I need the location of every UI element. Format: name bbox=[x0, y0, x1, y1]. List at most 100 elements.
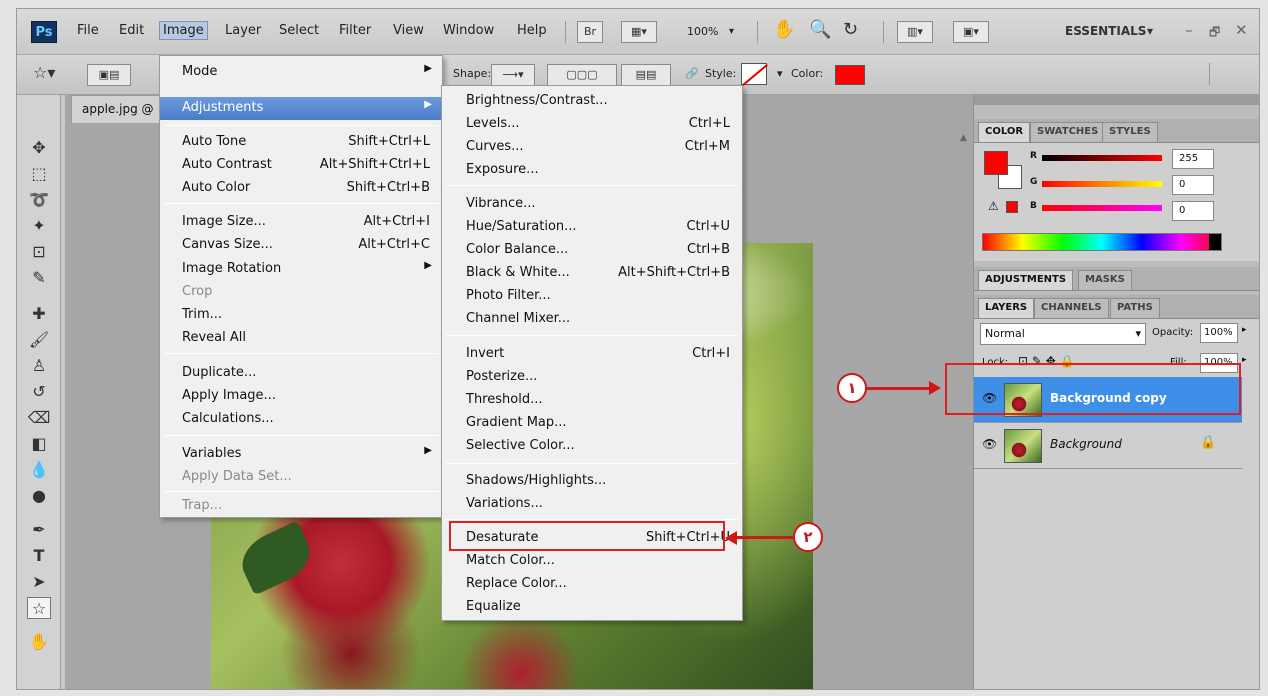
link-icon[interactable]: 🔗 bbox=[685, 67, 699, 80]
shape-picker[interactable]: ⟶▾ bbox=[491, 64, 535, 86]
screen-mode-icon[interactable]: ▣▾ bbox=[953, 21, 989, 43]
zoom-tool-icon[interactable]: 🔍 bbox=[809, 19, 831, 40]
marquee-tool-icon[interactable]: ⬚ bbox=[27, 163, 51, 185]
menu-item-brightness-contrast[interactable]: Brightness/Contrast... bbox=[442, 90, 742, 113]
g-slider[interactable] bbox=[1042, 181, 1162, 187]
menu-item-levels[interactable]: Levels... Ctrl+L bbox=[442, 113, 742, 136]
menu-item-hue-saturation[interactable]: Hue/Saturation... Ctrl+U bbox=[442, 216, 742, 239]
tab-styles[interactable]: STYLES bbox=[1102, 122, 1158, 142]
combine-icon[interactable]: ▤▤ bbox=[621, 64, 671, 86]
menu-item-canvas-size[interactable]: Canvas Size... Alt+Ctrl+C bbox=[160, 234, 442, 257]
style-dropdown-icon[interactable]: ▾ bbox=[777, 67, 783, 80]
crop-tool-icon[interactable]: ⊡ bbox=[27, 241, 51, 263]
history-brush-tool-icon[interactable]: ↺ bbox=[27, 381, 51, 403]
menu-item-gradient-map[interactable]: Gradient Map... bbox=[442, 412, 742, 435]
foreground-color-swatch[interactable] bbox=[984, 151, 1008, 175]
style-none-swatch[interactable] bbox=[741, 63, 768, 87]
color-ramp[interactable] bbox=[982, 233, 1222, 251]
menu-edit[interactable]: Edit bbox=[119, 23, 144, 38]
arrange-documents-icon[interactable]: ▥▾ bbox=[897, 21, 933, 43]
menu-item-vibrance[interactable]: Vibrance... bbox=[442, 193, 742, 216]
move-tool-icon[interactable]: ✥ bbox=[27, 137, 51, 159]
close-icon[interactable]: ✕ bbox=[1235, 21, 1248, 39]
tab-channels[interactable]: CHANNELS bbox=[1034, 298, 1109, 318]
restore-icon[interactable]: 🗗 bbox=[1209, 23, 1220, 44]
menu-file[interactable]: File bbox=[77, 23, 99, 38]
document-tab[interactable]: apple.jpg @ bbox=[71, 95, 173, 123]
gamut-warning-icon[interactable]: ⚠ bbox=[988, 199, 999, 213]
b-slider[interactable] bbox=[1042, 205, 1162, 211]
menu-item-auto-contrast[interactable]: Auto Contrast Alt+Shift+Ctrl+L bbox=[160, 154, 442, 177]
r-value-field[interactable]: 255 bbox=[1172, 149, 1214, 169]
blend-mode-select[interactable]: Normal ▾ bbox=[980, 323, 1146, 345]
tab-paths[interactable]: PATHS bbox=[1110, 298, 1160, 318]
menu-item-color-balance[interactable]: Color Balance... Ctrl+B bbox=[442, 239, 742, 262]
scroll-up-icon[interactable]: ▲ bbox=[960, 133, 967, 143]
eraser-tool-icon[interactable]: ⌫ bbox=[27, 407, 51, 429]
menu-window[interactable]: Window bbox=[443, 23, 494, 38]
menu-item-match-color[interactable]: Match Color... bbox=[442, 550, 742, 573]
dodge-tool-icon[interactable]: ● bbox=[27, 485, 51, 507]
mini-bridge-icon[interactable]: ▦▾ bbox=[621, 21, 657, 43]
menu-item-apply-image[interactable]: Apply Image... bbox=[160, 385, 442, 408]
menu-select[interactable]: Select bbox=[279, 23, 319, 38]
r-slider[interactable] bbox=[1042, 155, 1162, 161]
zoom-level[interactable]: 100% bbox=[687, 25, 718, 38]
fill-arrow-icon[interactable]: ▸ bbox=[1242, 355, 1247, 365]
zoom-dropdown-icon[interactable]: ▾ bbox=[729, 26, 734, 37]
brush-tool-icon[interactable]: 🖌 bbox=[27, 329, 51, 351]
workspace-dropdown-icon[interactable]: ▾ bbox=[1147, 24, 1153, 38]
menu-item-equalize[interactable]: Equalize bbox=[442, 596, 742, 619]
menu-item-calculations[interactable]: Calculations... bbox=[160, 408, 442, 431]
eyedropper-tool-icon[interactable]: ✎ bbox=[27, 267, 51, 289]
menu-item-posterize[interactable]: Posterize... bbox=[442, 366, 742, 389]
menu-item-variables[interactable]: Variables ▶ bbox=[160, 443, 442, 466]
tab-color[interactable]: COLOR bbox=[978, 122, 1031, 142]
pen-tool-icon[interactable]: ✒ bbox=[27, 519, 51, 541]
menu-item-exposure[interactable]: Exposure... bbox=[442, 159, 742, 182]
menu-image[interactable]: Image bbox=[159, 21, 208, 40]
tab-adjustments[interactable]: ADJUSTMENTS bbox=[978, 270, 1074, 290]
path-operations-icon[interactable]: ▢▢▢ bbox=[547, 64, 617, 86]
menu-item-image-size[interactable]: Image Size... Alt+Ctrl+I bbox=[160, 211, 442, 234]
menu-item-photo-filter[interactable]: Photo Filter... bbox=[442, 285, 742, 308]
blur-tool-icon[interactable]: 💧 bbox=[27, 459, 51, 481]
lasso-tool-icon[interactable]: ➰ bbox=[27, 189, 51, 211]
menu-item-auto-tone[interactable]: Auto Tone Shift+Ctrl+L bbox=[160, 131, 442, 154]
menu-item-reveal-all[interactable]: Reveal All bbox=[160, 327, 442, 350]
workspace-switcher[interactable]: ESSENTIALS bbox=[1065, 24, 1146, 38]
type-tool-icon[interactable]: T bbox=[27, 545, 51, 567]
custom-shape-tool-icon[interactable]: ☆▾ bbox=[33, 63, 55, 82]
menu-item-selective-color[interactable]: Selective Color... bbox=[442, 435, 742, 458]
tab-masks[interactable]: MASKS bbox=[1078, 270, 1132, 290]
menu-item-adjustments[interactable]: Adjustments ▶ bbox=[160, 97, 442, 120]
menu-item-trim[interactable]: Trim... bbox=[160, 304, 442, 327]
menu-help[interactable]: Help bbox=[517, 23, 547, 38]
gamut-swatch[interactable] bbox=[1006, 201, 1018, 213]
menu-layer[interactable]: Layer bbox=[225, 23, 261, 38]
eye-icon[interactable]: 👁 bbox=[982, 437, 997, 451]
shape-layers-icon[interactable]: ▣▤ bbox=[87, 64, 131, 86]
opacity-field[interactable]: 100% bbox=[1200, 323, 1238, 343]
g-value-field[interactable]: 0 bbox=[1172, 175, 1214, 195]
black-swatch[interactable] bbox=[1209, 234, 1221, 250]
clone-stamp-tool-icon[interactable]: ♙ bbox=[27, 355, 51, 377]
menu-item-replace-color[interactable]: Replace Color... bbox=[442, 573, 742, 596]
b-value-field[interactable]: 0 bbox=[1172, 201, 1214, 221]
tab-swatches[interactable]: SWATCHES bbox=[1030, 122, 1106, 142]
menu-item-curves[interactable]: Curves... Ctrl+M bbox=[442, 136, 742, 159]
layer-background[interactable]: 👁 Background 🔒 bbox=[974, 423, 1242, 469]
menu-item-variations[interactable]: Variations... bbox=[442, 493, 742, 516]
menu-item-invert[interactable]: Invert Ctrl+I bbox=[442, 343, 742, 366]
color-swatch[interactable] bbox=[835, 65, 865, 85]
menu-view[interactable]: View bbox=[393, 23, 424, 38]
menu-item-threshold[interactable]: Threshold... bbox=[442, 389, 742, 412]
magic-wand-tool-icon[interactable]: ✦ bbox=[27, 215, 51, 237]
menu-item-image-rotation[interactable]: Image Rotation ▶ bbox=[160, 258, 442, 281]
rotate-view-icon[interactable]: ↻ bbox=[843, 19, 858, 40]
minimize-icon[interactable]: – bbox=[1185, 21, 1193, 39]
menu-item-mode[interactable]: Mode ▶ bbox=[160, 61, 442, 84]
hand-tool-icon[interactable]: ✋ bbox=[27, 631, 51, 653]
hand-tool-icon[interactable]: ✋ bbox=[773, 19, 795, 40]
gradient-tool-icon[interactable]: ◧ bbox=[27, 433, 51, 455]
